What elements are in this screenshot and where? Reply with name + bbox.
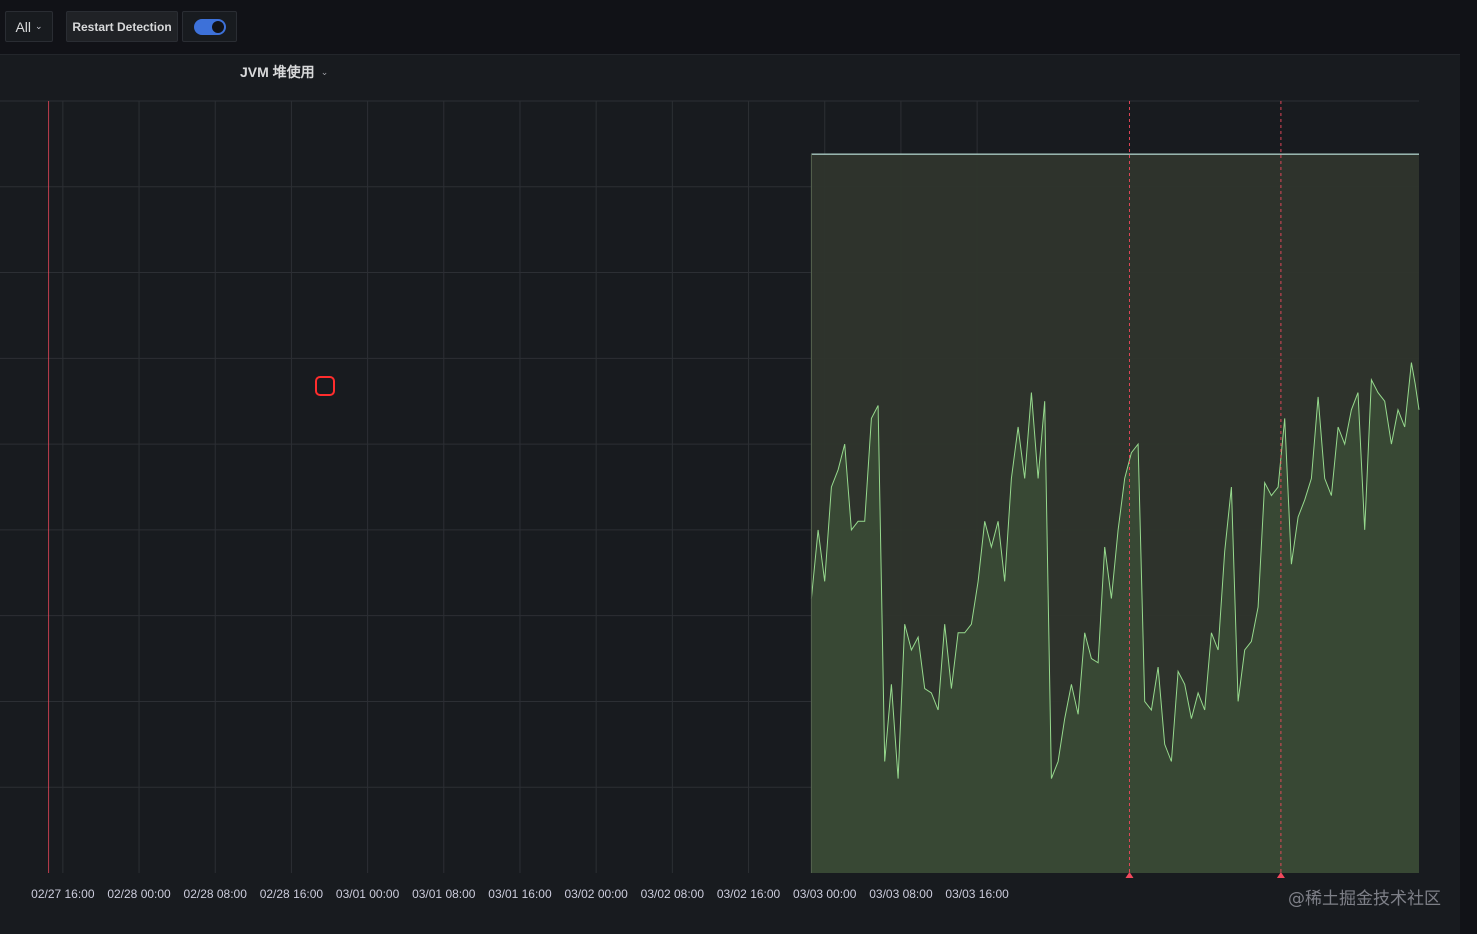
x-tick-label: 03/03 08:00 <box>869 887 933 901</box>
x-tick-label: 03/02 00:00 <box>564 887 628 901</box>
x-tick-label: 02/28 08:00 <box>184 887 248 901</box>
watermark: @稀土掘金技术社区 <box>1288 889 1441 909</box>
x-axis-ticks: 8:0002/27 16:0002/28 00:0002/28 08:0002/… <box>31 887 1009 901</box>
x-tick-label: 03/03 00:00 <box>793 887 857 901</box>
x-tick-label: 03/01 16:00 <box>488 887 552 901</box>
series-area <box>810 153 1420 873</box>
x-tick-label: 03/02 16:00 <box>717 887 781 901</box>
jvm-heap-chart: 8:0002/27 16:0002/28 00:0002/28 08:0002/… <box>0 100 1420 901</box>
x-tick-label: 03/01 00:00 <box>336 887 400 901</box>
x-tick-label: 02/28 00:00 <box>107 887 171 901</box>
x-tick-label: 03/03 16:00 <box>945 887 1009 901</box>
highlight-box-marker <box>315 376 335 396</box>
x-tick-label: 02/28 16:00 <box>260 887 324 901</box>
x-tick-label: 02/27 16:00 <box>31 887 95 901</box>
x-tick-label: 03/01 08:00 <box>412 887 476 901</box>
x-tick-label: 03/02 08:00 <box>641 887 705 901</box>
